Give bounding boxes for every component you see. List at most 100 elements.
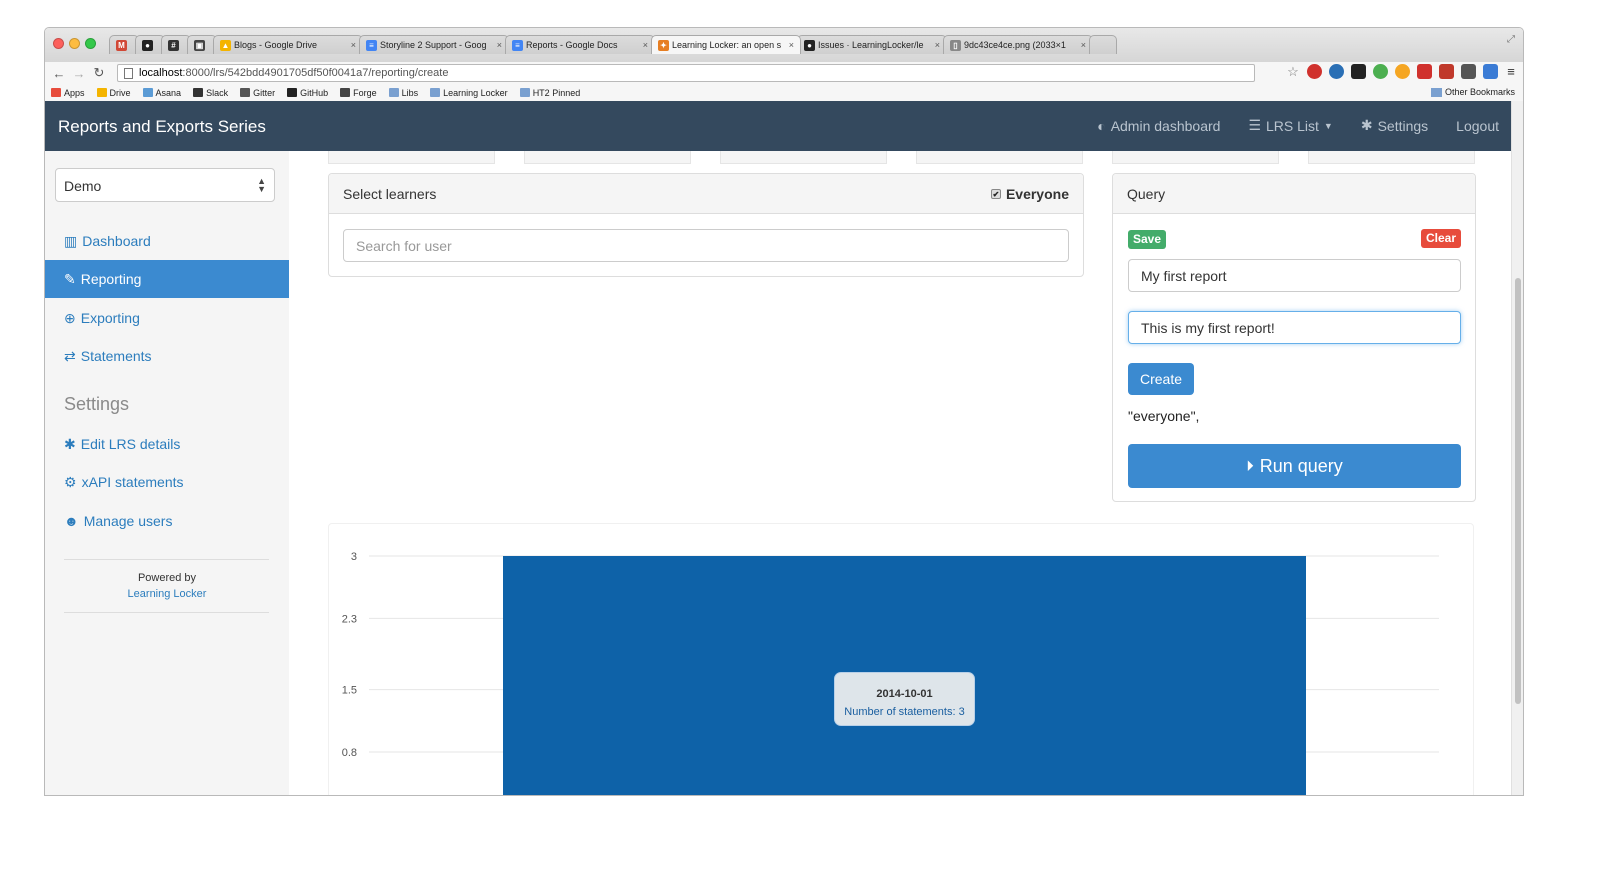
- bookmark-item[interactable]: HT2 Pinned: [519, 88, 580, 98]
- report-tab[interactable]: [328, 151, 495, 164]
- gears-icon: ⚙: [64, 473, 77, 490]
- forward-icon[interactable]: →: [69, 66, 89, 81]
- report-description-input[interactable]: This is my first report!: [1128, 311, 1461, 344]
- sidebar-item-exporting[interactable]: ⊕ Exporting: [45, 299, 289, 337]
- select-arrows-icon: ▲ ▼: [257, 176, 266, 194]
- sidebar-item-xapi-statements[interactable]: ⚙ xAPI statements: [45, 463, 289, 501]
- lastpass-extension-icon[interactable]: [1439, 64, 1454, 79]
- menu-icon[interactable]: ≡: [1505, 64, 1517, 79]
- sidebar-item-edit-lrs[interactable]: ✱ Edit LRS details: [45, 425, 289, 463]
- maximize-window-button[interactable]: [85, 38, 96, 49]
- globe-extension-icon[interactable]: [1329, 64, 1344, 79]
- bookmark-item[interactable]: Gitter: [240, 88, 275, 98]
- app-brand[interactable]: Reports and Exports Series: [58, 117, 266, 137]
- new-tab-button[interactable]: [1089, 35, 1117, 54]
- bookmark-item[interactable]: Asana: [142, 88, 181, 98]
- y-tick-label: 0.8: [342, 747, 357, 759]
- everyone-checkbox[interactable]: ✔ Everyone: [990, 186, 1069, 202]
- search-user-input[interactable]: Search for user: [343, 229, 1069, 262]
- tab-strip: M ● # ▣ ▲ Blogs - Google Drive × ≡ Storyline 2 S…: [45, 28, 1523, 62]
- report-tab[interactable]: [720, 151, 887, 164]
- app-navbar: Reports and Exports Series ◐ Admin dashbo…: [45, 101, 1513, 151]
- pen-extension-icon[interactable]: [1461, 64, 1476, 79]
- bookmark-icon: [96, 88, 107, 97]
- browser-tab[interactable]: ✦ Learning Locker: an open s ×: [651, 35, 801, 54]
- bookmark-item[interactable]: Apps: [51, 88, 85, 98]
- nav-lrs-list[interactable]: ☰ LRS List ▼: [1248, 117, 1332, 134]
- screen-extension-icon[interactable]: [1483, 64, 1498, 79]
- sidebar-item-label: xAPI statements: [81, 474, 184, 490]
- lrs-select[interactable]: Demo ▲ ▼: [55, 168, 275, 202]
- sidebar-item-reporting[interactable]: ✎ Reporting: [45, 260, 289, 298]
- tab-favicon-icon: ●: [804, 39, 815, 51]
- close-tab-icon[interactable]: ×: [351, 40, 356, 50]
- nav-logout-label: Logout: [1456, 117, 1499, 134]
- bookmark-item[interactable]: Drive: [96, 88, 131, 98]
- run-query-button[interactable]: ⏵ Run query: [1128, 444, 1461, 488]
- close-tab-icon[interactable]: ×: [643, 40, 648, 50]
- reload-icon[interactable]: ↻: [89, 65, 109, 81]
- other-bookmarks[interactable]: Other Bookmarks: [1430, 87, 1515, 97]
- bookmark-item[interactable]: Forge: [340, 88, 377, 98]
- back-icon[interactable]: ←: [49, 66, 69, 81]
- url-host: localhost: [139, 67, 183, 79]
- bookmark-icon: [340, 88, 351, 97]
- tab-favicon-icon: ≡: [512, 39, 523, 51]
- bookmark-item[interactable]: Slack: [193, 88, 228, 98]
- query-text: "everyone",: [1128, 408, 1200, 424]
- close-tab-icon[interactable]: ×: [497, 40, 502, 50]
- sidebar-item-statements[interactable]: ⇄ Statements: [45, 337, 289, 375]
- close-tab-icon[interactable]: ×: [935, 40, 940, 50]
- sidebar-item-manage-users[interactable]: ☻ Manage users: [45, 502, 289, 540]
- nav-admin-dashboard[interactable]: ◐ Admin dashboard: [1097, 117, 1220, 134]
- sidebar-divider: [64, 559, 269, 560]
- opera-extension-icon[interactable]: [1307, 64, 1322, 79]
- report-tab[interactable]: [1308, 151, 1475, 164]
- browser-tab[interactable]: ● Issues · LearningLocker/le ×: [797, 35, 947, 54]
- bookmark-item[interactable]: Libs: [388, 88, 418, 98]
- bookmark-item[interactable]: Learning Locker: [430, 88, 508, 98]
- address-bar[interactable]: localhost:8000/lrs/542bdd4901705df50f004…: [117, 64, 1255, 82]
- clear-button[interactable]: Clear: [1420, 229, 1461, 248]
- cat-extension-icon[interactable]: [1395, 64, 1410, 79]
- minimize-window-button[interactable]: [69, 38, 80, 49]
- bookmark-label: Learning Locker: [443, 87, 508, 98]
- h-extension-icon[interactable]: [1351, 64, 1366, 79]
- browser-tab[interactable]: ≡ Reports - Google Docs ×: [505, 35, 655, 54]
- tp-extension-icon[interactable]: [1417, 64, 1432, 79]
- tab-title: 9dc43ce4ce.png (2033×1: [964, 40, 1066, 50]
- report-tab[interactable]: [524, 151, 691, 164]
- scrollbar-thumb[interactable]: [1515, 278, 1521, 704]
- close-tab-icon[interactable]: ×: [1081, 40, 1086, 50]
- bookmark-item[interactable]: GitHub: [287, 88, 328, 98]
- star-icon[interactable]: ☆: [1286, 64, 1300, 79]
- report-name-input[interactable]: My first report: [1128, 259, 1461, 292]
- users-icon: ☻: [64, 513, 79, 529]
- create-button[interactable]: Create: [1128, 363, 1195, 395]
- close-window-button[interactable]: [53, 38, 64, 49]
- fullscreen-icon[interactable]: ⤢: [1507, 34, 1515, 45]
- save-button[interactable]: Save: [1128, 230, 1167, 249]
- report-tab[interactable]: [1112, 151, 1279, 164]
- powered-by-text: Powered by: [137, 572, 197, 584]
- nav-settings[interactable]: ✱ Settings: [1361, 117, 1428, 134]
- extension-icons: ☆ ≡: [1286, 64, 1517, 79]
- bookmark-icon: [51, 88, 61, 97]
- window-controls: [53, 38, 96, 49]
- evernote-extension-icon[interactable]: [1373, 64, 1388, 79]
- browser-tabs: M ● # ▣ ▲ Blogs - Google Drive × ≡ Storyline 2 S…: [109, 35, 1117, 54]
- page-scrollbar[interactable]: [1511, 101, 1523, 795]
- nav-logout[interactable]: Logout: [1456, 117, 1499, 134]
- tooltip-date: 2014-10-01: [876, 688, 933, 700]
- browser-tab[interactable]: ≡ Storyline 2 Support - Goog ×: [359, 35, 509, 54]
- caret-down-icon: ▼: [1323, 120, 1333, 131]
- play-circle-icon: ⏵: [1246, 457, 1254, 475]
- folder-icon: [519, 88, 530, 97]
- learning-locker-link[interactable]: Learning Locker: [45, 586, 289, 602]
- report-tab[interactable]: [916, 151, 1083, 164]
- close-tab-icon[interactable]: ×: [789, 40, 794, 50]
- browser-tab[interactable]: ▲ Blogs - Google Drive ×: [213, 35, 363, 54]
- browser-tab[interactable]: ▯ 9dc43ce4ce.png (2033×1 ×: [943, 35, 1093, 54]
- bookmarks-bar: Apps Drive Asana Slack Gitter GitHub Forge Libs…: [45, 84, 1523, 102]
- sidebar-item-dashboard[interactable]: ▥ Dashboard: [45, 222, 289, 260]
